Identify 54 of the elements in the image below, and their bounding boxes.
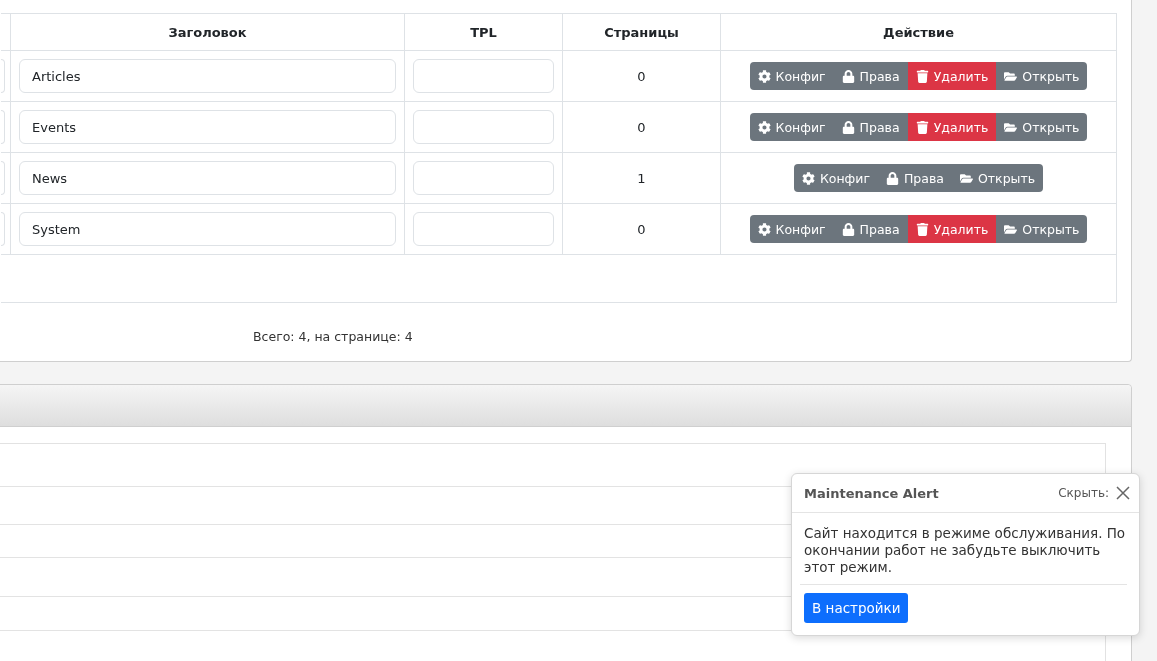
trash-icon [915,222,929,236]
config-button[interactable]: Конфиг [749,113,834,141]
close-icon [1115,485,1131,501]
trash-icon [915,69,929,83]
input-field[interactable] [1,212,5,246]
column-header: TPL [470,24,497,40]
delete-button[interactable]: Удалить [907,113,997,141]
column-header: Заголовок [168,24,247,40]
folder-icon [1004,69,1018,83]
open-button[interactable]: Открыть [952,164,1044,192]
gear-icon [757,222,771,236]
folder-icon [960,171,973,185]
close-button[interactable] [1115,485,1131,501]
title-input[interactable]: Articles [19,59,396,93]
folder-icon [1004,120,1018,134]
title-input[interactable]: Events [19,110,396,144]
open-button[interactable]: Открыть [996,215,1088,243]
tpl-input[interactable] [413,212,554,246]
config-button[interactable]: Конфиг [793,164,878,192]
gear-icon [757,120,771,134]
tpl-input[interactable] [413,161,554,195]
column-header: Страницы [604,24,679,40]
trash-icon [915,120,929,134]
config-button[interactable]: Конфиг [749,215,834,243]
rights-button[interactable]: Права [833,62,908,90]
tpl-input[interactable] [413,110,554,144]
delete-button[interactable]: Удалить [907,215,997,243]
rights-button[interactable]: Права [877,164,952,192]
column-header: Действие [883,24,954,40]
alert-message: Сайт находится в режиме обслуживания. По окончании работ не забудьте выключить этот режим. [804,525,1127,576]
gear-icon [801,171,815,185]
title-input[interactable]: News [19,161,396,195]
lock-icon [841,222,855,236]
lock-icon [885,171,899,185]
rights-button[interactable]: Права [833,113,908,141]
table-cell: 0 [637,119,646,135]
table-cell: 1 [637,170,646,186]
open-button[interactable]: Открыть [996,113,1088,141]
alert-title: Maintenance Alert [804,485,940,501]
lock-icon [841,69,855,83]
lock-icon [841,120,855,134]
tpl-input[interactable] [413,59,554,93]
open-button[interactable]: Открыть [996,62,1088,90]
table-cell: 0 [637,68,646,84]
title-input[interactable]: System [19,212,396,246]
folder-icon [1004,222,1018,236]
table-cell: 0 [637,221,646,237]
gear-icon [757,69,771,83]
delete-button[interactable]: Удалить [907,62,997,90]
settings-button[interactable]: В настройки [804,593,909,623]
config-button[interactable]: Конфиг [749,62,834,90]
pagination-summary: Всего: 4, на странице: 4 [253,329,413,344]
rights-button[interactable]: Права [833,215,908,243]
hide-label: Скрыть: [1058,486,1109,500]
